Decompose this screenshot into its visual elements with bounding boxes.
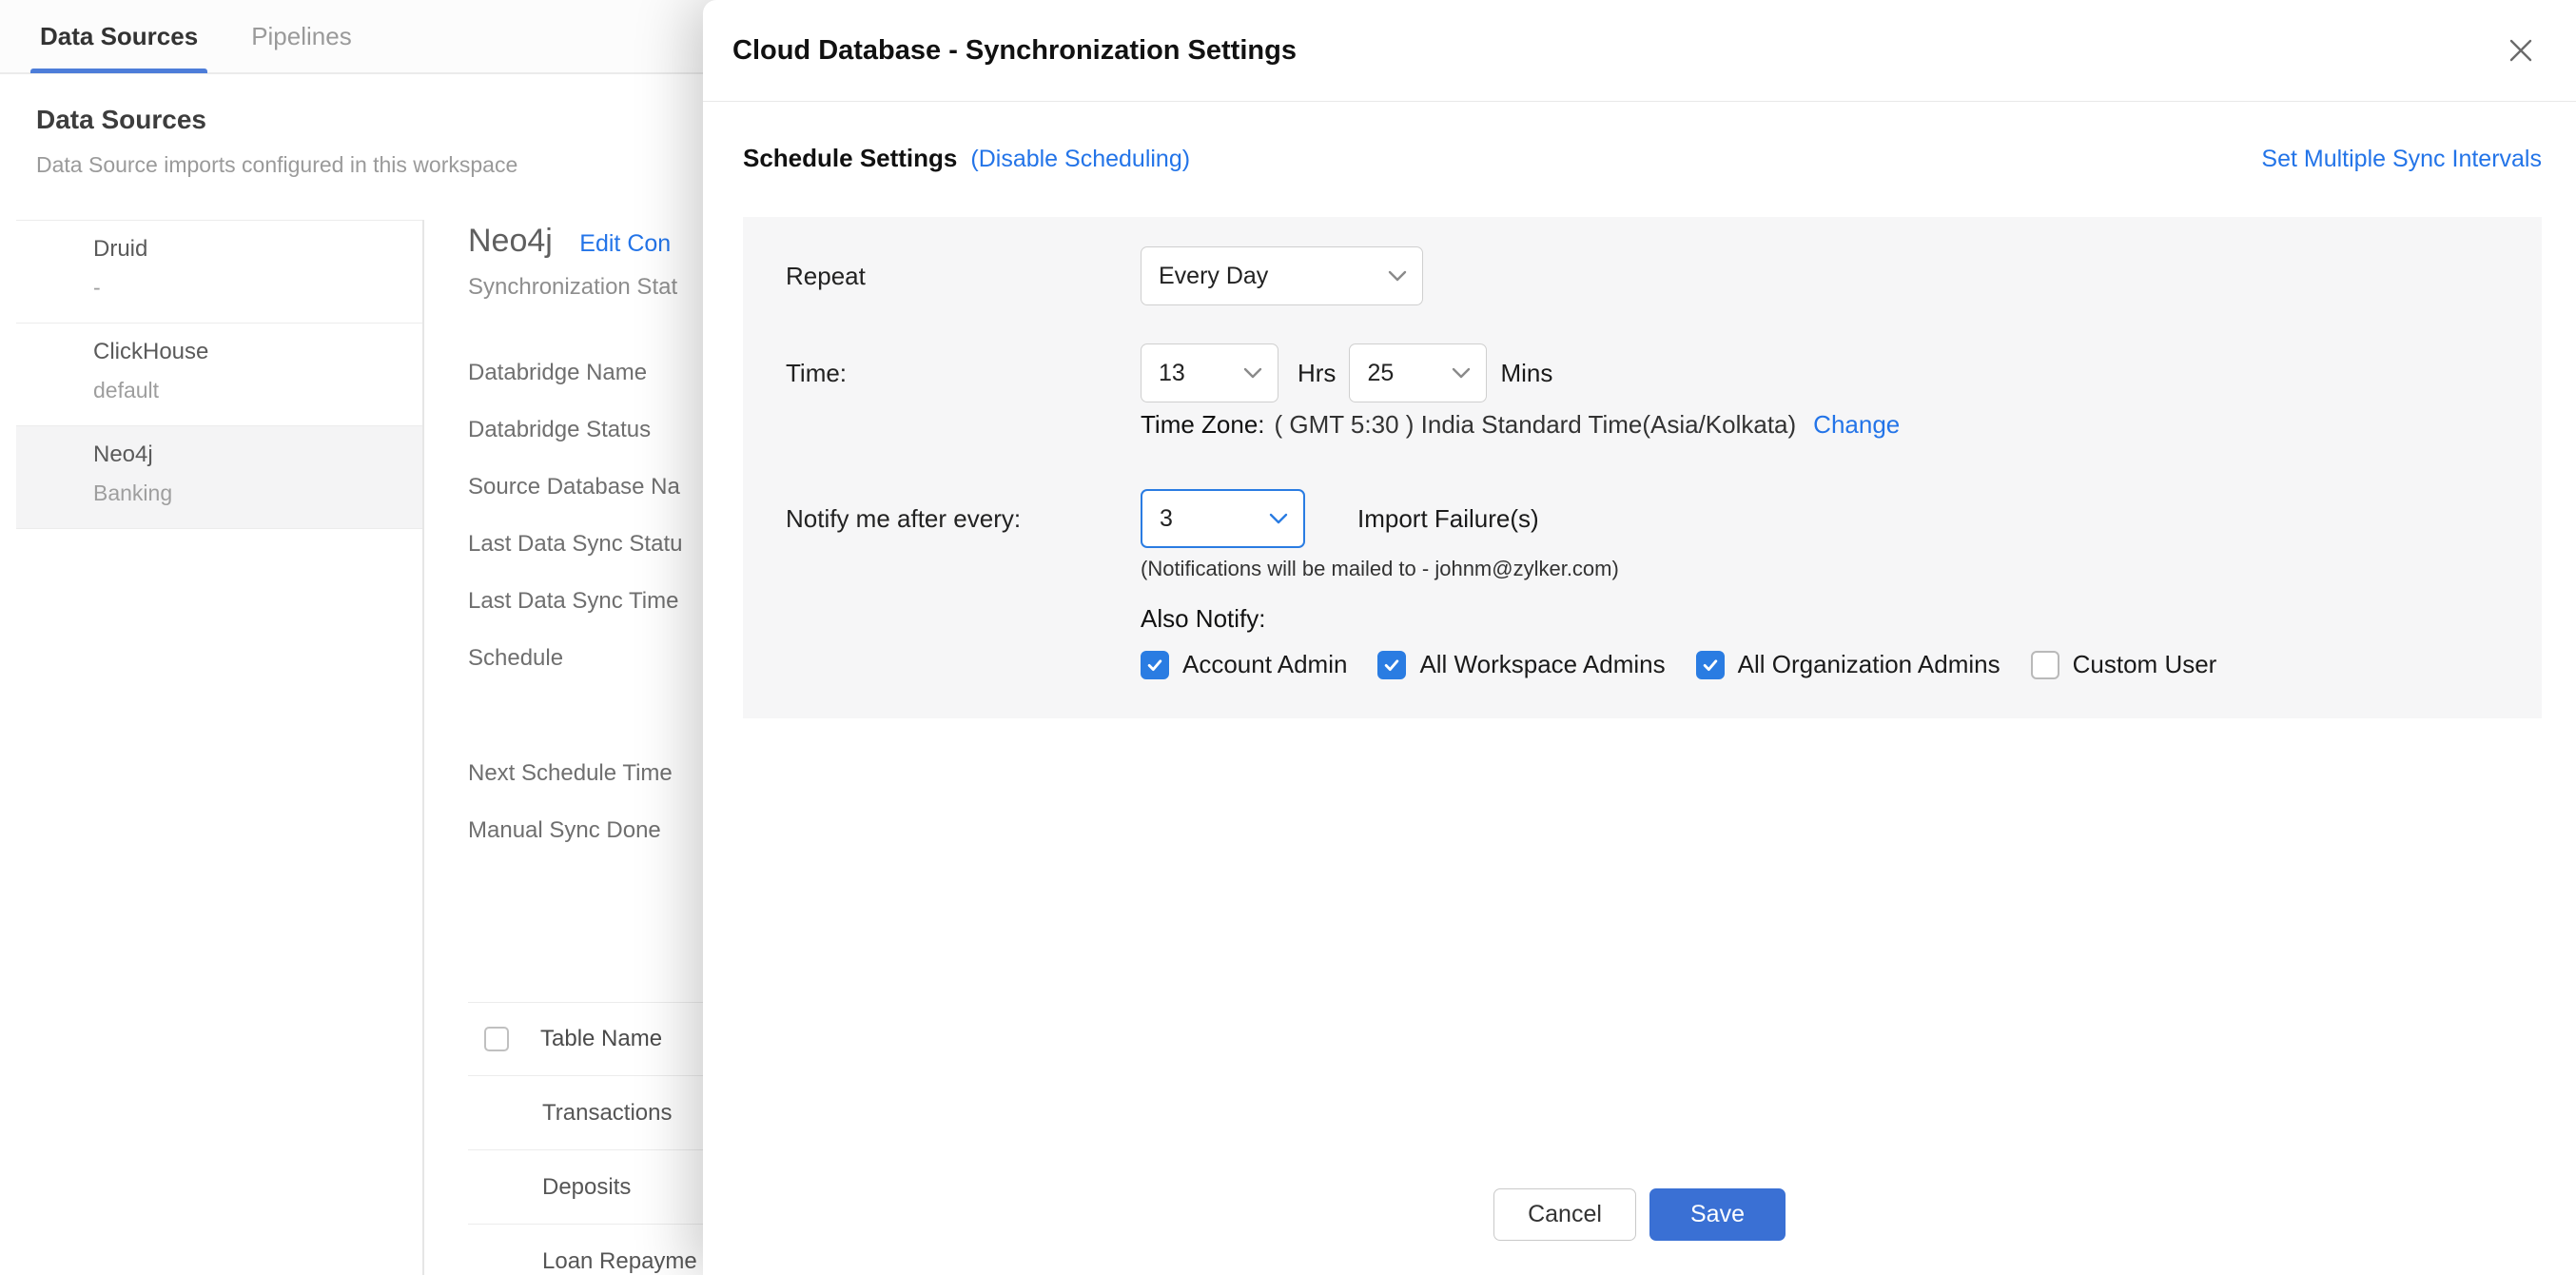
- checkbox-label: Custom User: [2073, 650, 2217, 679]
- modal-body: Schedule Settings (Disable Scheduling) S…: [703, 144, 2576, 718]
- source-item-neo4j[interactable]: Neo4j Banking: [16, 426, 422, 529]
- source-item-druid[interactable]: Druid -: [16, 221, 422, 324]
- checkbox-all-organization-admins[interactable]: All Organization Admins: [1696, 650, 2000, 679]
- source-name: Druid: [93, 232, 422, 266]
- repeat-row: Repeat Every Day: [786, 246, 2542, 305]
- repeat-value: Every Day: [1159, 263, 1376, 290]
- page-header: Data Sources Data Source imports configu…: [36, 103, 517, 179]
- field-label: Next Schedule Time: [468, 745, 673, 802]
- schedule-settings-title: Schedule Settings: [743, 144, 957, 173]
- notify-label: Notify me after every:: [786, 504, 1141, 534]
- cancel-button[interactable]: Cancel: [1493, 1188, 1636, 1241]
- field-label: Databridge Status: [468, 402, 682, 459]
- checkbox-all-workspace-admins[interactable]: All Workspace Admins: [1377, 650, 1665, 679]
- table-name-header: Table Name: [540, 1026, 662, 1052]
- source-list: Druid - ClickHouse default Neo4j Banking: [16, 220, 422, 529]
- set-multiple-sync-intervals-link[interactable]: Set Multiple Sync Intervals: [2261, 146, 2542, 173]
- detail-title: Neo4j: [468, 223, 553, 259]
- import-failures-label: Import Failure(s): [1357, 504, 1539, 534]
- source-sub: -: [93, 270, 422, 304]
- table-cell: Loan Repayme: [542, 1248, 697, 1275]
- modal-title: Cloud Database - Synchronization Setting…: [732, 35, 2494, 67]
- timezone-value: ( GMT 5:30 ) India Standard Time(Asia/Ko…: [1275, 410, 1797, 440]
- disable-scheduling-link[interactable]: (Disable Scheduling): [970, 146, 1190, 173]
- field-label: Source Database Na: [468, 459, 682, 516]
- page-subtitle: Data Source imports configured in this w…: [36, 150, 517, 179]
- field-label: Last Data Sync Time: [468, 573, 682, 630]
- source-sub: default: [93, 373, 422, 407]
- also-notify-label: Also Notify:: [1141, 601, 2542, 636]
- checkbox-icon: [2031, 651, 2059, 679]
- screen: Data Sources Pipelines Data Sources Data…: [0, 0, 2576, 1275]
- hrs-unit-label: Hrs: [1298, 359, 1336, 388]
- mins-unit-label: Mins: [1500, 359, 1552, 388]
- page-title: Data Sources: [36, 103, 517, 137]
- notify-count-select[interactable]: 3: [1141, 489, 1305, 548]
- notification-note: (Notifications will be mailed to - johnm…: [1141, 556, 2542, 582]
- field-label: Last Data Sync Statu: [468, 516, 682, 573]
- timezone-change-link[interactable]: Change: [1813, 410, 1900, 440]
- source-sub: Banking: [93, 476, 422, 510]
- checkbox-label: All Workspace Admins: [1419, 650, 1665, 679]
- hours-value: 13: [1159, 360, 1232, 387]
- tab-pipelines[interactable]: Pipelines: [247, 0, 356, 73]
- chevron-down-icon: [1269, 513, 1288, 524]
- time-label: Time:: [786, 359, 1141, 388]
- minutes-select[interactable]: 25: [1349, 343, 1487, 402]
- table-cell: Deposits: [542, 1174, 631, 1201]
- repeat-label: Repeat: [786, 262, 1141, 291]
- save-button[interactable]: Save: [1649, 1188, 1786, 1241]
- checkbox-label: All Organization Admins: [1738, 650, 2000, 679]
- source-item-clickhouse[interactable]: ClickHouse default: [16, 324, 422, 426]
- repeat-select[interactable]: Every Day: [1141, 246, 1423, 305]
- chevron-down-icon: [1452, 367, 1471, 379]
- notify-recipients-row: Account Admin All Workspace Admins All O…: [1141, 650, 2542, 679]
- modal-header: Cloud Database - Synchronization Setting…: [703, 0, 2576, 102]
- checkbox-label: Account Admin: [1182, 650, 1347, 679]
- timezone-row: Time Zone: ( GMT 5:30 ) India Standard T…: [1141, 407, 2542, 441]
- field-label: Manual Sync Done: [468, 802, 673, 859]
- tab-data-sources[interactable]: Data Sources: [36, 0, 202, 73]
- minutes-value: 25: [1367, 360, 1440, 387]
- notify-row: Notify me after every: 3 Import Failure(…: [786, 488, 2542, 549]
- table-cell: Transactions: [542, 1100, 673, 1127]
- schedule-form-panel: Repeat Every Day Time: 13 Hrs 25: [743, 217, 2542, 718]
- schedule-settings-header: Schedule Settings (Disable Scheduling) S…: [743, 144, 2542, 173]
- time-row: Time: 13 Hrs 25 Mins: [786, 343, 2542, 403]
- notify-count-value: 3: [1160, 505, 1258, 533]
- hours-select[interactable]: 13: [1141, 343, 1278, 402]
- field-label: Schedule: [468, 630, 682, 687]
- checkbox-icon: [1141, 651, 1169, 679]
- field-label: Databridge Name: [468, 344, 682, 402]
- timezone-label: Time Zone:: [1141, 410, 1265, 440]
- select-all-checkbox[interactable]: [484, 1027, 509, 1051]
- source-list-panel: Druid - ClickHouse default Neo4j Banking: [0, 220, 424, 1275]
- chevron-down-icon: [1243, 367, 1262, 379]
- close-icon[interactable]: [2494, 24, 2547, 77]
- sync-settings-modal: Cloud Database - Synchronization Setting…: [703, 0, 2576, 1275]
- chevron-down-icon: [1388, 270, 1407, 282]
- checkbox-account-admin[interactable]: Account Admin: [1141, 650, 1347, 679]
- source-name: ClickHouse: [93, 335, 422, 369]
- edit-connection-link[interactable]: Edit Con: [579, 230, 671, 257]
- detail-subtitle: Synchronization Stat: [468, 269, 677, 305]
- checkbox-icon: [1377, 651, 1406, 679]
- detail-field-labels: Databridge Name Databridge Status Source…: [468, 344, 682, 687]
- source-name: Neo4j: [93, 438, 422, 472]
- checkbox-custom-user[interactable]: Custom User: [2031, 650, 2217, 679]
- checkbox-icon: [1696, 651, 1725, 679]
- detail-field-labels-2: Next Schedule Time Manual Sync Done: [468, 745, 673, 859]
- modal-actions: Cancel Save: [703, 1188, 2576, 1241]
